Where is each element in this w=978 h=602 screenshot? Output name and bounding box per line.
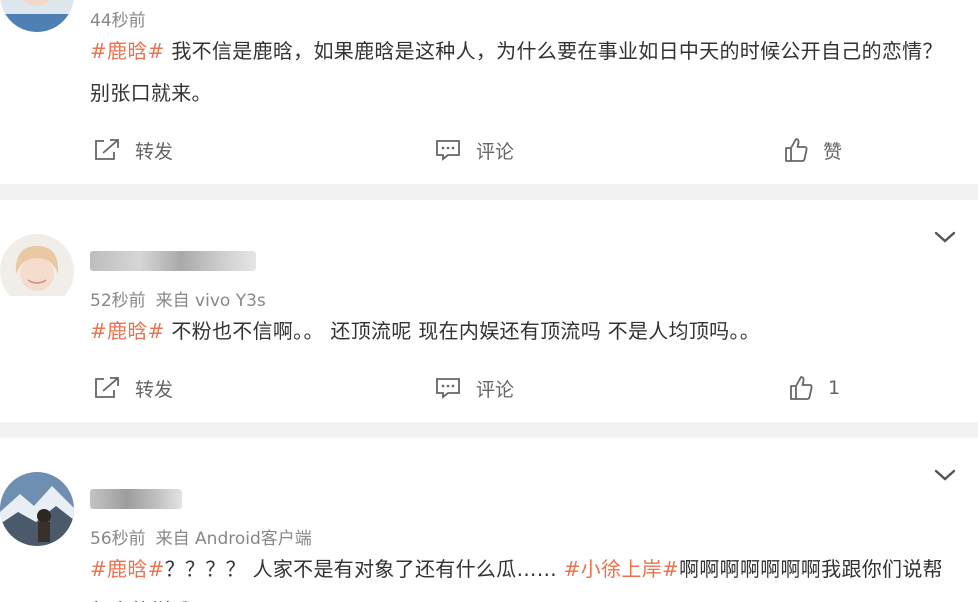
post-meta: 44秒前: [90, 6, 156, 31]
post-content: #鹿晗# 我不信是鹿晗，如果鹿晗是这种人，为什么要在事业如日中天的时候公开自己的…: [90, 30, 960, 114]
comment-icon: [436, 378, 460, 399]
comment-label: 评论: [476, 378, 515, 401]
hashtag-link[interactable]: #小徐上岸#: [564, 557, 679, 581]
like-icon: [790, 376, 813, 400]
post-time: 44秒前: [90, 11, 146, 31]
like-label: 赞: [823, 140, 843, 163]
post-text: 不粉也不信啊。。 还顶流呢 现在内娱还有顶流吗 不是人均顶吗。。: [164, 319, 761, 343]
post-separator: [0, 184, 978, 200]
post-text: ？？？？ 人家不是有对象了还有什么瓜……: [164, 557, 564, 581]
repost-button[interactable]: 转发: [93, 368, 173, 408]
hashtag-link[interactable]: #鹿晗#: [90, 39, 165, 63]
post-meta: 52秒前 来自 vivo Y3s: [90, 286, 276, 311]
repost-icon: [95, 139, 119, 160]
post-meta: 56秒前 来自 Android客户端: [90, 524, 322, 549]
comment-button[interactable]: 评论: [434, 368, 514, 408]
repost-label: 转发: [135, 140, 174, 163]
comment-button[interactable]: 评论: [434, 130, 514, 170]
username-blurred[interactable]: [90, 489, 182, 509]
comment-label: 评论: [476, 140, 515, 163]
repost-button[interactable]: 转发: [93, 130, 173, 170]
like-count: 1: [828, 377, 841, 399]
avatar[interactable]: [0, 472, 74, 546]
hashtag-link[interactable]: #鹿晗#: [90, 557, 165, 581]
chevron-down-icon[interactable]: [932, 466, 958, 484]
post-source: 来自 Android客户端: [155, 529, 312, 549]
action-bar: 转发 评论 1: [0, 368, 978, 408]
repost-label: 转发: [135, 378, 174, 401]
comment-icon: [436, 140, 460, 161]
post-text: 我不信是鹿晗，如果鹿晗是这种人，为什么要在事业如日中天的时候公开自己的恋情？别张…: [90, 39, 943, 105]
post-time: 52秒前: [90, 291, 146, 311]
post-content: #鹿晗# 不粉也不信啊。。 还顶流呢 现在内娱还有顶流吗 不是人均顶吗。。: [90, 310, 960, 352]
hashtag-link[interactable]: #鹿晗#: [90, 319, 165, 343]
post-1: 44秒前 #鹿晗# 我不信是鹿晗，如果鹿晗是这种人，为什么要在事业如日中天的时候…: [0, 0, 978, 184]
post-3: 56秒前 来自 Android客户端 #鹿晗#？？？？ 人家不是有对象了还有什么瓜…: [0, 438, 978, 602]
avatar[interactable]: [0, 0, 74, 32]
like-button[interactable]: 赞: [783, 130, 842, 170]
chevron-down-icon[interactable]: [932, 228, 958, 246]
action-bar: 转发 评论 赞: [0, 130, 978, 170]
post-source: 来自 vivo Y3s: [155, 291, 266, 311]
like-icon: [785, 138, 808, 162]
avatar[interactable]: [0, 234, 74, 308]
post-separator: [0, 422, 978, 438]
post-content: #鹿晗#？？？？ 人家不是有对象了还有什么瓜…… #小徐上岸#啊啊啊啊啊啊啊我跟…: [90, 548, 960, 602]
post-2: 52秒前 来自 vivo Y3s #鹿晗# 不粉也不信啊。。 还顶流呢 现在内娱还…: [0, 200, 978, 422]
username-blurred[interactable]: [90, 251, 256, 271]
repost-icon: [95, 377, 119, 398]
like-button[interactable]: 1: [788, 368, 840, 408]
post-time: 56秒前: [90, 529, 146, 549]
